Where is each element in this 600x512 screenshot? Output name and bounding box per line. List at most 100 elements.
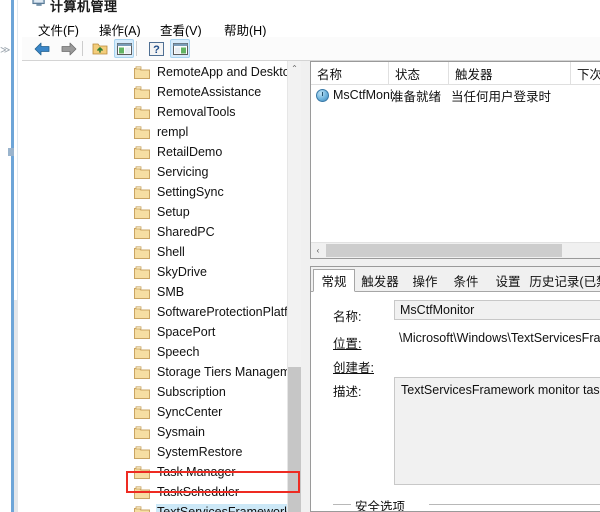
folder-icon	[134, 505, 150, 512]
tree-item-label: Servicing	[157, 165, 209, 179]
tree-item-selected[interactable]: TextServicesFramework	[18, 502, 300, 512]
results-pane: 名称状态触发器下次运行 MsCtfMoni...准备就绪当任何用户登录时 ‹ 常…	[305, 61, 600, 512]
tree-item-label: Speech	[157, 345, 200, 359]
label-location: 位置:	[333, 337, 362, 351]
tree-item-label: Subscription	[157, 385, 226, 399]
tree-item-label: SpacePort	[157, 325, 216, 339]
tree-item[interactable]: Storage Tiers Management	[18, 362, 300, 382]
task-list-horizontal-scrollbar[interactable]: ‹	[311, 242, 600, 258]
label-author: 创建者:	[333, 361, 374, 375]
tree-item[interactable]: RemovalTools	[18, 102, 300, 122]
folder-icon	[134, 245, 150, 259]
tab-3[interactable]: 条件	[445, 270, 487, 291]
tree-item[interactable]: SyncCenter	[18, 402, 300, 422]
folder-icon	[134, 185, 150, 199]
tree-item[interactable]: rempl	[18, 122, 300, 142]
column-header[interactable]: 名称	[311, 62, 389, 84]
column-header[interactable]: 下次运行	[571, 62, 600, 84]
tree-item-label: Storage Tiers Management	[157, 365, 300, 379]
tree-item[interactable]: SoftwareProtectionPlatform	[18, 302, 300, 322]
tree-item[interactable]: SystemRestore	[18, 442, 300, 462]
back-arrow-icon[interactable]	[32, 39, 52, 58]
tree-item[interactable]: SharedPC	[18, 222, 300, 242]
tree-item[interactable]: Speech	[18, 342, 300, 362]
scroll-up-arrow-icon[interactable]: ⌃	[288, 61, 301, 75]
tree-item[interactable]: SMB	[18, 282, 300, 302]
task-list-scrollbar-thumb[interactable]	[326, 244, 562, 257]
tree-item[interactable]: Sysmain	[18, 422, 300, 442]
tab-2[interactable]: 操作	[405, 270, 445, 291]
task-detail-panel: 常规触发器操作条件设置历史记录(已禁 名称: MsCtfMonitor 位置: …	[310, 266, 600, 512]
column-header[interactable]: 触发器	[449, 62, 571, 84]
folder-icon	[134, 65, 150, 79]
tree-item-label: SharedPC	[157, 225, 215, 239]
task-name-field[interactable]: MsCtfMonitor	[394, 300, 600, 320]
forward-arrow-icon[interactable]	[58, 39, 78, 58]
group-line-right	[429, 504, 600, 505]
tree-item-label: RemoteApp and Desktop C	[157, 65, 300, 79]
task-location-field[interactable]: \Microsoft\Windows\TextServicesFramewo	[394, 328, 600, 347]
folder-icon	[134, 225, 150, 239]
tree-item-label: RemovalTools	[157, 105, 236, 119]
svg-text:?: ?	[153, 44, 160, 56]
tree-scrollbar-thumb[interactable]	[288, 367, 301, 512]
tab-1[interactable]: 触发器	[355, 270, 405, 291]
tree-item-label: Sysmain	[157, 425, 205, 439]
tab-4[interactable]: 设置	[487, 270, 529, 291]
show-action-pane-icon[interactable]	[170, 39, 190, 58]
toolbar: ?	[22, 37, 600, 61]
folder-icon	[134, 425, 150, 439]
label-description: 描述:	[333, 385, 362, 399]
tree-item-label: SoftwareProtectionPlatform	[157, 305, 300, 319]
task-trigger-cell: 当任何用户登录时	[451, 89, 552, 104]
title-bar: 计算机管理	[22, 0, 600, 17]
tree-item-label: TaskScheduler	[157, 485, 239, 499]
tree-item-label: rempl	[157, 125, 189, 139]
tree-item[interactable]: TaskScheduler	[18, 482, 300, 502]
tree-item-label: TextServicesFramework	[156, 504, 293, 512]
folder-icon	[134, 285, 150, 299]
console-tree[interactable]: RemoteApp and Desktop C RemoteAssistance R…	[18, 61, 300, 512]
tree-item[interactable]: Shell	[18, 242, 300, 262]
tree-item-label: Setup	[157, 205, 190, 219]
tree-item[interactable]: SpacePort	[18, 322, 300, 342]
detail-tab-strip: 常规触发器操作条件设置历史记录(已禁	[311, 267, 600, 292]
column-header[interactable]: 状态	[389, 62, 449, 84]
task-list-view[interactable]: 名称状态触发器下次运行 MsCtfMoni...准备就绪当任何用户登录时 ‹	[310, 61, 600, 259]
up-folder-icon[interactable]	[90, 39, 110, 58]
tree-item-label: Shell	[157, 245, 185, 259]
tree-item[interactable]: RemoteApp and Desktop C	[18, 62, 300, 82]
help-icon[interactable]: ?	[146, 39, 166, 58]
tree-item-label: SystemRestore	[157, 445, 243, 459]
tree-item[interactable]: Task Manager	[18, 462, 300, 482]
folder-icon	[134, 365, 150, 379]
tree-item-label: SkyDrive	[157, 265, 208, 279]
tab-0[interactable]: 常规	[313, 269, 355, 292]
tree-item[interactable]: RetailDemo	[18, 142, 300, 162]
tree-item-label: SettingSync	[157, 185, 224, 199]
folder-icon	[134, 85, 150, 99]
menu-bar: 文件(F) 操作(A) 查看(V) 帮助(H)	[22, 17, 600, 38]
tree-item[interactable]: SkyDrive	[18, 262, 300, 282]
folder-icon	[134, 345, 150, 359]
tree-item[interactable]: Servicing	[18, 162, 300, 182]
folder-icon	[134, 145, 150, 159]
tab-5[interactable]: 历史记录(已禁	[529, 270, 600, 291]
toolbar-separator-2	[136, 41, 137, 56]
folder-icon	[134, 445, 150, 459]
show-tree-pane-icon[interactable]	[114, 39, 134, 58]
tree-item[interactable]: SettingSync	[18, 182, 300, 202]
tree-vertical-scrollbar[interactable]: ⌃	[287, 61, 301, 512]
tree-item[interactable]: RemoteAssistance	[18, 82, 300, 102]
table-row[interactable]: MsCtfMoni... 准备就绪 当任何用户登录时	[311, 85, 600, 105]
scroll-left-arrow-icon[interactable]: ‹	[311, 243, 325, 258]
tree-item-label: RetailDemo	[157, 145, 223, 159]
folder-icon	[134, 205, 150, 219]
tree-item[interactable]: Subscription	[18, 382, 300, 402]
task-list-header: 名称状态触发器下次运行	[311, 62, 600, 85]
task-author-field[interactable]	[394, 353, 600, 371]
window-edge-glyph-icon: ≫	[0, 45, 11, 56]
tree-item[interactable]: Setup	[18, 202, 300, 222]
folder-icon	[134, 385, 150, 399]
task-description-field[interactable]: TextServicesFramework monitor task	[394, 377, 600, 485]
